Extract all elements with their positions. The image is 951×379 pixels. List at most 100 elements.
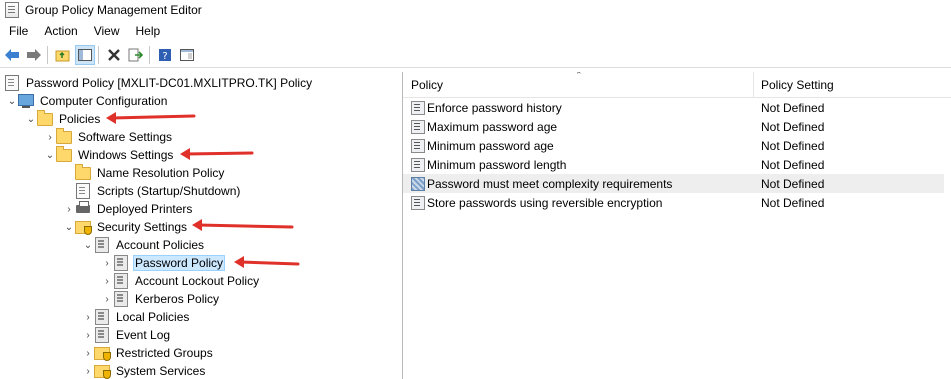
- policy-icon: [94, 327, 110, 343]
- list-item[interactable]: Minimum password length Not Defined: [403, 155, 944, 174]
- back-icon[interactable]: [2, 45, 22, 65]
- column-header-label: Policy: [411, 77, 444, 92]
- policy-setting-value: Not Defined: [761, 100, 825, 115]
- forward-icon[interactable]: [24, 45, 44, 65]
- tree-item-kerberos-policy[interactable]: › Kerberos Policy: [101, 290, 221, 308]
- menu-view[interactable]: View: [86, 24, 128, 38]
- policy-icon: [94, 237, 110, 253]
- chevron-right-icon[interactable]: ›: [101, 290, 113, 308]
- tree-item-name-resolution-policy[interactable]: Name Resolution Policy: [63, 163, 226, 182]
- policy-setting-value: Not Defined: [761, 157, 825, 172]
- chevron-right-icon[interactable]: ›: [44, 128, 56, 146]
- menu-help[interactable]: Help: [128, 24, 169, 38]
- chevron-down-icon[interactable]: ⌄: [6, 92, 18, 110]
- export-list-icon[interactable]: [126, 45, 146, 65]
- list-item[interactable]: Minimum password age Not Defined: [403, 136, 944, 155]
- tree-item-label: Software Settings: [78, 130, 173, 144]
- policy-icon: [113, 255, 129, 271]
- tree-item-system-services[interactable]: › System Services: [82, 362, 207, 379]
- tree-item-root[interactable]: Password Policy [MXLIT-DC01.MXLITPRO.TK]…: [4, 74, 314, 92]
- help-icon[interactable]: ?: [155, 45, 175, 65]
- tree-item-software-settings[interactable]: › Software Settings: [44, 127, 174, 146]
- chevron-right-icon[interactable]: ›: [101, 272, 113, 290]
- up-folder-icon[interactable]: [53, 45, 73, 65]
- tree-item-restricted-groups[interactable]: › Restricted Groups: [82, 344, 215, 362]
- chevron-right-icon[interactable]: ›: [82, 326, 94, 344]
- tree-item-label: Account Policies: [116, 238, 205, 252]
- console-tree: Password Policy [MXLIT-DC01.MXLITPRO.TK]…: [0, 72, 403, 379]
- toolbar: ?: [0, 43, 951, 68]
- folder-icon: [37, 109, 53, 127]
- column-header-policy[interactable]: Policy: [403, 72, 754, 98]
- delete-icon[interactable]: [104, 45, 124, 65]
- tree-item-account-policies[interactable]: ⌄ Account Policies: [82, 236, 206, 254]
- policy-name: Minimum password age: [427, 138, 554, 153]
- chevron-down-icon[interactable]: ⌄: [44, 146, 56, 164]
- tree-item-label: Local Policies: [116, 310, 190, 324]
- window-title: Group Policy Management Editor: [25, 3, 202, 17]
- tree-item-event-log[interactable]: › Event Log: [82, 326, 172, 344]
- toolbar-separator: [149, 46, 150, 64]
- tree-item-scripts[interactable]: Scripts (Startup/Shutdown): [63, 182, 242, 200]
- policy-name: Enforce password history: [427, 100, 562, 115]
- chevron-right-icon[interactable]: ›: [82, 308, 94, 326]
- policy-setting-icon: [411, 139, 425, 153]
- policy-setting-icon: [411, 120, 425, 134]
- chevron-down-icon[interactable]: ⌄: [25, 110, 37, 128]
- tree-item-label: Event Log: [116, 328, 171, 342]
- chevron-right-icon[interactable]: ›: [82, 362, 94, 379]
- tree-item-windows-settings[interactable]: ⌄ Windows Settings: [44, 145, 175, 164]
- tree-item-account-lockout-policy[interactable]: › Account Lockout Policy: [101, 272, 261, 290]
- properties-icon[interactable]: [177, 45, 197, 65]
- policy-setting-icon: [411, 196, 425, 210]
- tree-item-policies[interactable]: ⌄ Policies: [25, 109, 102, 128]
- tree-item-label: Security Settings: [97, 220, 188, 234]
- policy-setting-icon: [411, 177, 425, 191]
- policy-setting-icon: [411, 101, 425, 115]
- tree-item-password-policy[interactable]: › Password Policy: [101, 254, 226, 272]
- policy-setting-value: Not Defined: [761, 176, 825, 191]
- folder-icon: [56, 145, 72, 163]
- list-item[interactable]: Enforce password history Not Defined: [403, 98, 944, 117]
- menu-file[interactable]: File: [0, 24, 36, 38]
- policy-setting-icon: [411, 158, 425, 172]
- policy-setting-value: Not Defined: [761, 195, 825, 210]
- menu-action[interactable]: Action: [36, 24, 85, 38]
- tree-item-label: Name Resolution Policy: [97, 166, 225, 180]
- policy-list-pane: ⌃ Policy Policy Setting Enforce password…: [403, 72, 951, 379]
- list-item[interactable]: Maximum password age Not Defined: [403, 117, 944, 136]
- scripts-icon: [75, 183, 91, 199]
- policy-name: Minimum password length: [427, 157, 567, 172]
- tree-item-label: Password Policy [MXLIT-DC01.MXLITPRO.TK]…: [26, 76, 313, 90]
- policy-icon: [113, 291, 129, 307]
- policy-name: Password must meet complexity requiremen…: [427, 176, 673, 191]
- chevron-down-icon[interactable]: ⌄: [63, 218, 75, 236]
- tree-item-label: Restricted Groups: [116, 346, 213, 360]
- chevron-down-icon[interactable]: ⌄: [82, 236, 94, 254]
- policy-icon: [94, 309, 110, 325]
- list-item[interactable]: Password must meet complexity requiremen…: [403, 174, 944, 193]
- policy-document-icon: [4, 75, 20, 91]
- tree-item-label: Password Policy: [133, 255, 226, 271]
- toolbar-separator: [98, 46, 99, 64]
- policy-icon: [113, 273, 129, 289]
- tree-item-deployed-printers[interactable]: › Deployed Printers: [63, 200, 194, 218]
- chevron-right-icon[interactable]: ›: [63, 200, 75, 218]
- chevron-right-icon[interactable]: ›: [101, 254, 113, 272]
- show-hide-tree-icon[interactable]: [75, 45, 95, 65]
- tree-item-local-policies[interactable]: › Local Policies: [82, 308, 191, 326]
- chevron-right-icon[interactable]: ›: [82, 344, 94, 362]
- policy-setting-value: Not Defined: [761, 138, 825, 153]
- folder-icon: [75, 163, 91, 181]
- tree-item-computer-configuration[interactable]: ⌄ Computer Configuration: [6, 92, 169, 110]
- column-header-policy-setting[interactable]: Policy Setting: [754, 72, 951, 98]
- list-item[interactable]: Store passwords using reversible encrypt…: [403, 193, 944, 212]
- security-shield-icon: [94, 363, 111, 379]
- tree-item-label: Policies: [59, 112, 101, 126]
- folder-icon: [56, 127, 72, 145]
- tree-item-label: Kerberos Policy: [135, 292, 220, 306]
- tree-item-security-settings[interactable]: ⌄ Security Settings: [63, 218, 189, 236]
- title-bar: Group Policy Management Editor: [0, 0, 951, 20]
